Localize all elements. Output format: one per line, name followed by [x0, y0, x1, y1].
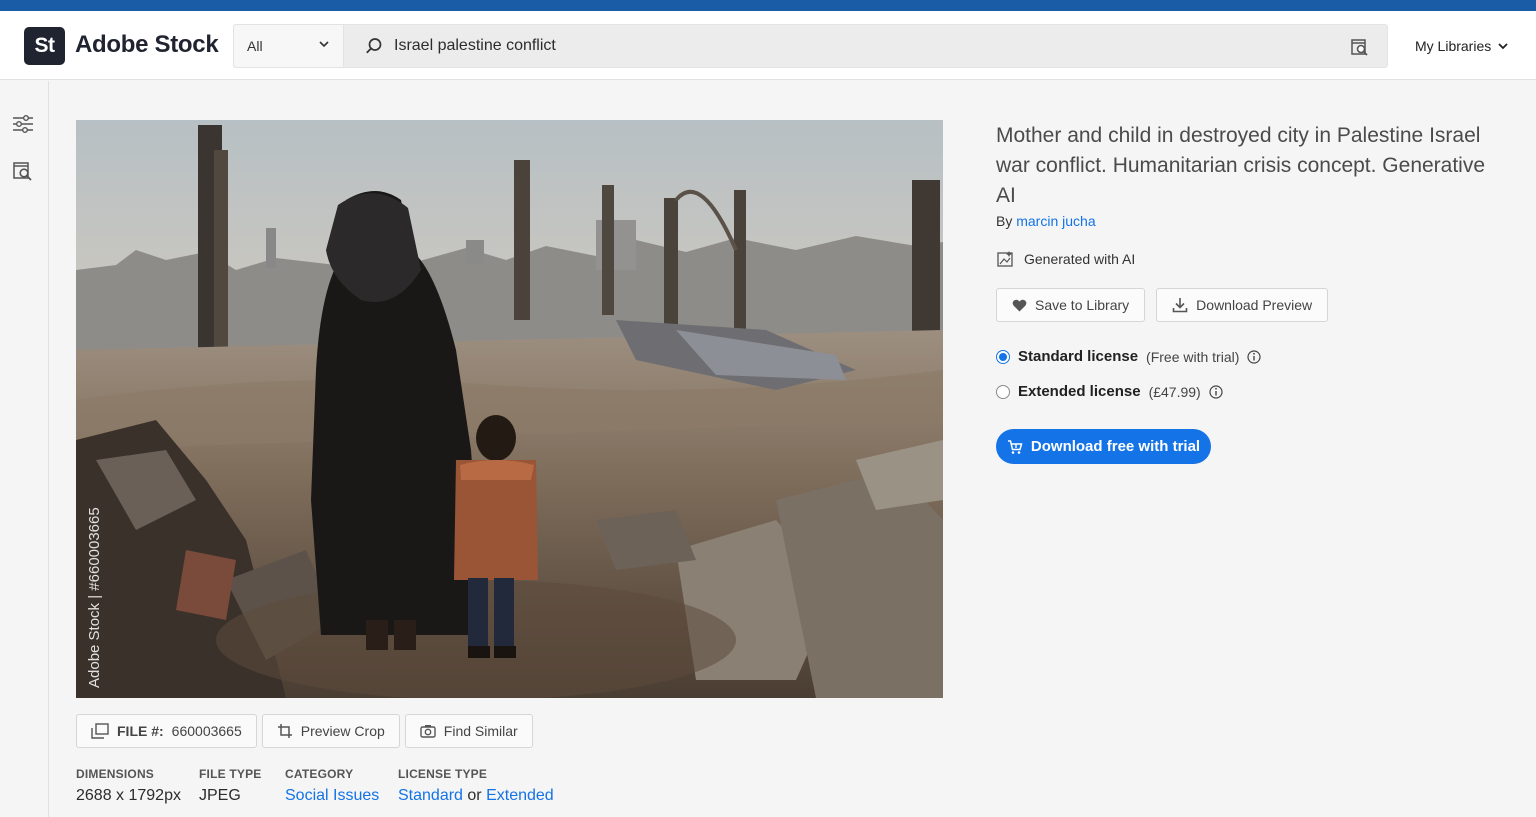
- preview-crop-button[interactable]: Preview Crop: [261, 714, 400, 748]
- ai-generated-icon: [997, 251, 1013, 267]
- download-preview-button[interactable]: Download Preview: [1156, 288, 1329, 322]
- extended-license-link[interactable]: Extended: [486, 787, 554, 804]
- download-free-with-trial-label: Download free with trial: [1030, 438, 1201, 455]
- generated-with-ai-row: Generated with AI: [996, 250, 1135, 268]
- find-similar-label: Find Similar: [443, 723, 518, 739]
- stock-photo-preview[interactable]: [76, 120, 943, 698]
- download-preview-label: Download Preview: [1196, 297, 1313, 313]
- visual-search-icon[interactable]: [1350, 37, 1370, 57]
- dimensions-value: 2688 x 1792px: [76, 787, 181, 804]
- file-number-label: FILE #:: [117, 723, 164, 739]
- save-to-library-label: Save to Library: [1035, 297, 1130, 313]
- ruined-city-photo: [76, 120, 943, 698]
- license-type-block: LICENSE TYPE Standard or Extended: [398, 767, 554, 805]
- file-type-label: FILE TYPE: [199, 767, 262, 781]
- category-label: CATEGORY: [285, 767, 354, 781]
- app-name[interactable]: Adobe Stock: [75, 31, 219, 59]
- find-similar-button[interactable]: Find Similar: [404, 714, 533, 748]
- extended-license-label: Extended license: [1018, 383, 1141, 400]
- chevron-down-icon: [1498, 43, 1508, 50]
- search-icon[interactable]: [365, 37, 383, 55]
- extended-license-radio[interactable]: [996, 384, 1010, 399]
- category-link[interactable]: Social Issues: [285, 787, 379, 805]
- extended-license-note: (£47.99): [1148, 383, 1201, 400]
- standard-license-note: (Free with trial): [1146, 348, 1240, 365]
- author-link[interactable]: marcin jucha: [1016, 213, 1095, 229]
- copy-icon: [91, 723, 109, 739]
- file-number-button[interactable]: FILE #: 660003665: [76, 714, 257, 748]
- license-or-text: or: [467, 787, 482, 804]
- ai-label: Generated with AI: [1024, 251, 1136, 267]
- file-type-value: JPEG: [199, 787, 241, 804]
- my-libraries-menu[interactable]: My Libraries: [1415, 38, 1509, 54]
- asset-title: Mother and child in destroyed city in Pa…: [996, 124, 1486, 207]
- header: St Adobe Stock All My Libraries: [0, 11, 1536, 80]
- file-type-block: FILE TYPE JPEG: [199, 767, 261, 805]
- visual-search-icon[interactable]: [12, 160, 34, 182]
- dimensions-block: DIMENSIONS 2688 x 1792px: [76, 767, 181, 805]
- standard-license-label: Standard license: [1018, 348, 1139, 365]
- my-libraries-label: My Libraries: [1415, 38, 1492, 54]
- search-scope-dropdown[interactable]: All: [234, 25, 344, 67]
- heart-icon: [1012, 299, 1027, 311]
- asset-actions: Save to Library Download Preview: [996, 288, 1329, 322]
- adobe-stock-logo[interactable]: St: [24, 27, 65, 65]
- license-type-label: LICENSE TYPE: [398, 767, 488, 781]
- image-watermark: Adobe Stock | #660003665: [86, 507, 103, 688]
- top-accent-bar: [0, 0, 1536, 11]
- filter-sliders-icon[interactable]: [12, 113, 34, 135]
- search-input[interactable]: [394, 31, 1324, 61]
- download-icon: [1172, 298, 1188, 313]
- crop-icon: [277, 724, 292, 738]
- file-number-value: 660003665: [171, 723, 242, 739]
- download-free-with-trial-button[interactable]: Download free with trial: [996, 429, 1211, 464]
- preview-crop-label: Preview Crop: [300, 723, 385, 739]
- left-sidebar: [0, 81, 49, 817]
- chevron-down-icon: [319, 41, 329, 48]
- info-icon[interactable]: [1247, 349, 1262, 364]
- extended-license-option[interactable]: Extended license (£47.99): [996, 383, 1223, 400]
- cart-icon: [1007, 439, 1023, 454]
- standard-license-link[interactable]: Standard: [398, 787, 463, 804]
- camera-icon: [420, 725, 436, 738]
- standard-license-radio[interactable]: [996, 349, 1010, 364]
- info-icon[interactable]: [1209, 384, 1223, 399]
- byline: By marcin jucha: [996, 213, 1096, 229]
- search-bar: All: [233, 24, 1388, 68]
- image-tools: FILE #: 660003665 Preview Crop Find Simi…: [76, 714, 533, 748]
- standard-license-option[interactable]: Standard license (Free with trial): [996, 348, 1262, 365]
- search-scope-label: All: [247, 38, 263, 54]
- category-block: CATEGORY Social Issues: [285, 767, 379, 805]
- dimensions-label: DIMENSIONS: [76, 767, 155, 781]
- save-to-library-button[interactable]: Save to Library: [996, 288, 1146, 322]
- by-label: By: [996, 213, 1013, 229]
